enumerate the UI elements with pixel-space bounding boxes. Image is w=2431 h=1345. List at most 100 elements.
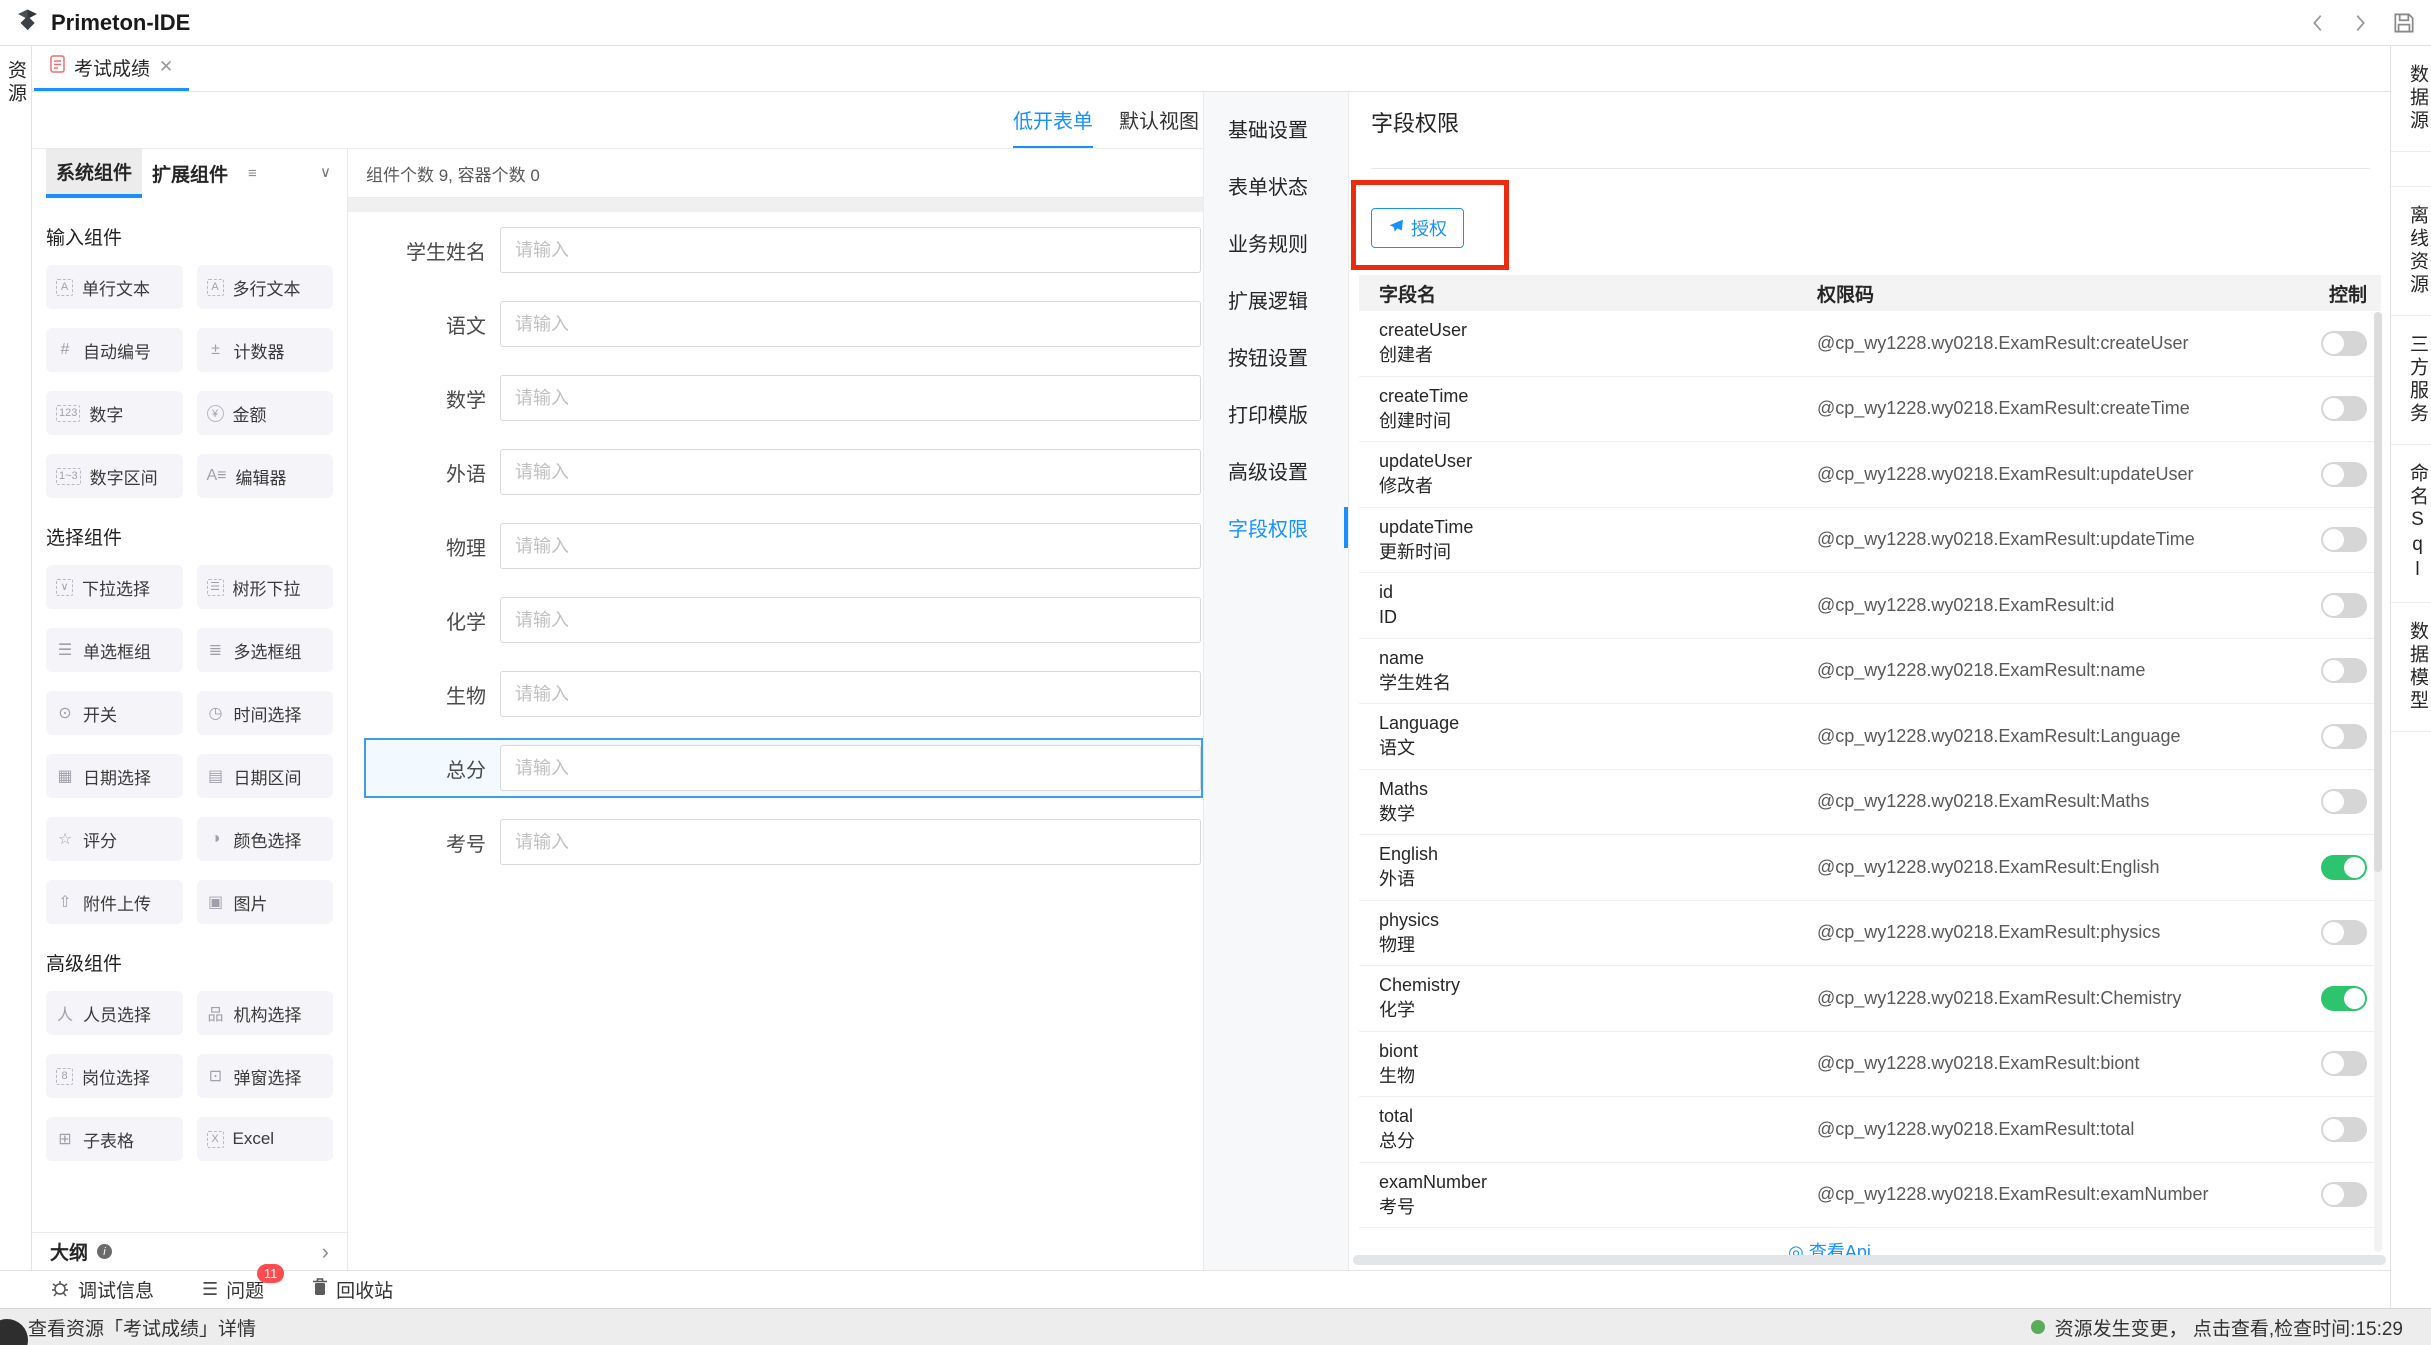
tab-extended-components[interactable]: 扩展组件 — [142, 149, 238, 198]
palette-component[interactable]: 8 岗位选择 — [46, 1054, 183, 1098]
history-forward-icon[interactable] — [2349, 12, 2371, 34]
close-tab-icon[interactable]: ✕ — [159, 57, 173, 77]
palette-component[interactable]: ∨ 下拉选择 — [46, 565, 183, 609]
recycle-label: 回收站 — [336, 1276, 393, 1303]
palette-menu-icon[interactable]: ≡ — [248, 165, 257, 182]
form-field-row[interactable]: 数学 — [364, 368, 1203, 428]
field-input[interactable] — [500, 375, 1201, 421]
field-input[interactable] — [500, 449, 1201, 495]
palette-component[interactable]: X Excel — [197, 1117, 334, 1161]
palette-component[interactable]: ⊙ 开关 — [46, 691, 183, 735]
field-permission-toggle[interactable] — [2321, 724, 2367, 749]
form-field-row[interactable]: 外语 — [364, 442, 1203, 502]
field-permission-toggle[interactable] — [2321, 1182, 2367, 1207]
palette-component[interactable]: 123 数字 — [46, 391, 183, 435]
save-icon[interactable] — [2391, 10, 2417, 36]
field-permission-toggle[interactable] — [2321, 658, 2367, 683]
field-input[interactable] — [500, 301, 1201, 347]
palette-component[interactable]: ≣ 多选框组 — [197, 628, 334, 672]
field-permission-toggle[interactable] — [2321, 593, 2367, 618]
palette-component[interactable]: ▣ 图片 — [197, 880, 334, 924]
palette-component[interactable]: 1~3 数字区间 — [46, 454, 183, 498]
chevron-right-icon[interactable]: › — [322, 1239, 329, 1265]
form-field-row[interactable]: 生物 — [364, 664, 1203, 724]
collapse-palette-icon[interactable]: ∨ — [320, 163, 331, 181]
field-input[interactable] — [500, 523, 1201, 569]
resource-strip-item[interactable]: 命名Sql — [2391, 445, 2431, 603]
palette-component[interactable]: ± 计数器 — [197, 328, 334, 372]
form-field-row[interactable]: 语文 — [364, 294, 1203, 354]
resource-strip-item[interactable]: 离线资源 — [2391, 186, 2431, 316]
field-permission-toggle[interactable] — [2321, 396, 2367, 421]
palette-component[interactable]: ◑ 颜色选择 — [197, 817, 334, 861]
settings-menu-item[interactable]: 基础设置 — [1204, 100, 1348, 157]
palette-component[interactable]: ☆ 评分 — [46, 817, 183, 861]
palette-component[interactable]: A 多行文本 — [197, 265, 334, 309]
problems-button[interactable]: ☰ 问题 11 — [202, 1276, 264, 1303]
settings-menu-item[interactable]: 打印模版 — [1204, 385, 1348, 442]
palette-component[interactable]: 品 机构选择 — [197, 991, 334, 1035]
resource-changed-notice[interactable]: 资源发生变更， 点击查看,检查时间:15:29 — [2031, 1314, 2403, 1341]
palette-component[interactable]: ☰ 单选框组 — [46, 628, 183, 672]
field-permission-toggle[interactable] — [2321, 855, 2367, 880]
palette-component[interactable]: ◷ 时间选择 — [197, 691, 334, 735]
field-permission-toggle[interactable] — [2321, 986, 2367, 1011]
debug-label: 调试信息 — [78, 1276, 154, 1303]
outline-row[interactable]: 大纲 i › — [32, 1232, 347, 1270]
palette-component[interactable]: ¥ 金额 — [197, 391, 334, 435]
form-field-row[interactable]: 化学 — [364, 590, 1203, 650]
settings-menu-item[interactable]: 业务规则 — [1204, 214, 1348, 271]
resource-strip-item[interactable]: 三方服务 — [2391, 316, 2431, 445]
settings-menu-item[interactable]: 按钮设置 — [1204, 328, 1348, 385]
vertical-scrollbar[interactable] — [2374, 312, 2382, 1252]
palette-component[interactable]: ▦ 日期选择 — [46, 754, 183, 798]
resource-strip-item[interactable]: 数据模型 — [2391, 603, 2431, 732]
palette-component[interactable]: A≡ 编辑器 — [197, 454, 334, 498]
field-input[interactable] — [500, 819, 1201, 865]
horizontal-scrollbar[interactable] — [1353, 1255, 2386, 1265]
form-field-row[interactable]: 总分 — [364, 738, 1203, 798]
palette-component[interactable]: ⊡ 弹窗选择 — [197, 1054, 334, 1098]
field-permission-toggle[interactable] — [2321, 1117, 2367, 1142]
settings-menu-item[interactable]: 高级设置 — [1204, 442, 1348, 499]
component-icon: ¥ — [207, 405, 224, 422]
field-input[interactable] — [500, 227, 1201, 273]
field-permission-toggle[interactable] — [2321, 462, 2367, 487]
tab-default-view[interactable]: 默认视图 — [1119, 92, 1199, 149]
field-input[interactable] — [500, 745, 1201, 791]
palette-component[interactable]: ⊞ 子表格 — [46, 1117, 183, 1161]
tab-system-components[interactable]: 系统组件 — [46, 149, 142, 198]
form-field-row[interactable]: 物理 — [364, 516, 1203, 576]
field-permission-toggle[interactable] — [2321, 1051, 2367, 1076]
settings-menu-item[interactable]: 表单状态 — [1204, 157, 1348, 214]
palette-component[interactable]: ▤ 日期区间 — [197, 754, 334, 798]
palette-component[interactable]: ☰ 树形下拉 — [197, 565, 334, 609]
palette-component[interactable]: A 单行文本 — [46, 265, 183, 309]
settings-menu-item[interactable]: 字段权限 — [1204, 499, 1348, 556]
field-input[interactable] — [500, 597, 1201, 643]
recycle-bin-button[interactable]: 回收站 — [312, 1276, 393, 1303]
component-label: 单选框组 — [83, 638, 151, 663]
settings-menu-item[interactable]: 扩展逻辑 — [1204, 271, 1348, 328]
form-field-row[interactable]: 考号 — [364, 812, 1203, 872]
table-row: total 总分 @cp_wy1228.wy0218.ExamResult:to… — [1359, 1097, 2381, 1163]
field-cn-name: 化学 — [1379, 998, 1817, 1023]
debug-info-button[interactable]: 调试信息 — [50, 1276, 154, 1303]
field-permission-toggle[interactable] — [2321, 527, 2367, 552]
field-permission-toggle[interactable] — [2321, 331, 2367, 356]
field-permission-toggle[interactable] — [2321, 920, 2367, 945]
palette-component[interactable]: # 自动编号 — [46, 328, 183, 372]
field-name: biont — [1379, 1039, 1817, 1064]
resource-strip-item[interactable]: 资源 — [2, 60, 29, 106]
permission-code: @cp_wy1228.wy0218.ExamResult:createTime — [1817, 398, 2297, 419]
resource-strip-item[interactable]: 数据源 — [2391, 46, 2431, 152]
field-input[interactable] — [500, 671, 1201, 717]
form-field-row[interactable]: 学生姓名 — [364, 220, 1203, 280]
history-back-icon[interactable] — [2307, 12, 2329, 34]
tab-lowcode-form[interactable]: 低开表单 — [1013, 92, 1093, 149]
palette-component[interactable]: ⇧ 附件上传 — [46, 880, 183, 924]
tab-exam-result[interactable]: 考试成绩 ✕ — [34, 46, 189, 91]
field-permission-toggle[interactable] — [2321, 789, 2367, 814]
permission-code: @cp_wy1228.wy0218.ExamResult:Maths — [1817, 791, 2297, 812]
palette-component[interactable]: 人 人员选择 — [46, 991, 183, 1035]
